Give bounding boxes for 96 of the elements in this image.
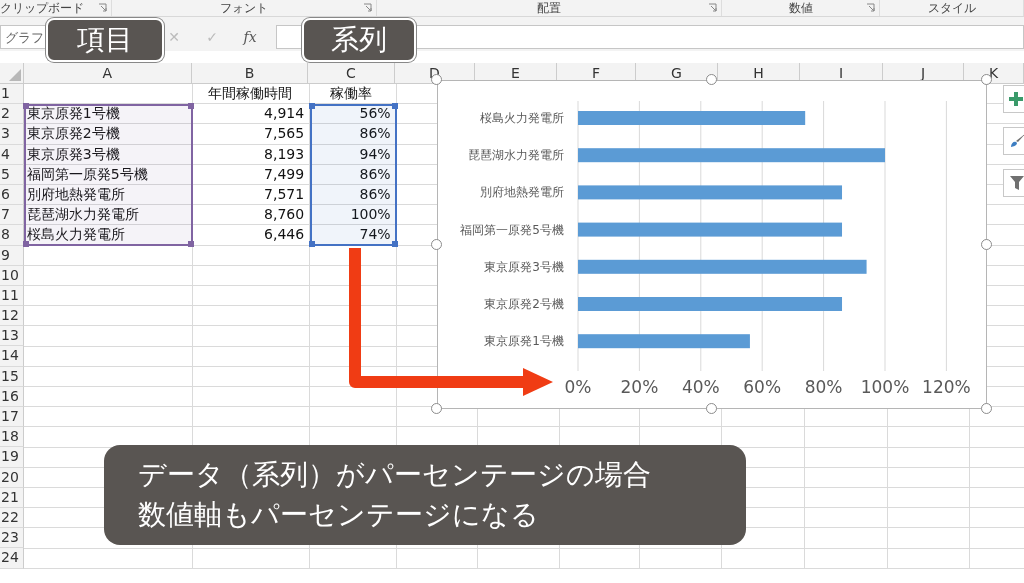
table-cell-text: 8,193	[263, 144, 306, 164]
table-cell-text: 7,565	[263, 124, 306, 144]
ribbon-group-label: 配置	[537, 1, 561, 15]
table-cell-text: 別府地熱発電所	[25, 184, 126, 204]
table-cell-text: 稼働率	[328, 84, 373, 103]
caption-text: 数値軸もパーセンテージになる	[138, 497, 540, 533]
category-label: 東京原発2号機	[484, 297, 564, 311]
resize-handle[interactable]	[706, 74, 717, 85]
resize-handle[interactable]	[431, 403, 442, 414]
ribbon-group-label: クリップボード	[0, 1, 84, 15]
row-header[interactable]: 12	[0, 306, 24, 327]
row-header[interactable]: 13	[0, 326, 24, 347]
axis-tick-label: 20%	[620, 377, 659, 397]
bar[interactable]	[578, 148, 885, 163]
chart-filters-button[interactable]	[1003, 169, 1024, 197]
category-label: 琵琶湖水力発電所	[468, 148, 564, 163]
resize-handle[interactable]	[431, 238, 442, 250]
brush-icon	[1009, 133, 1024, 149]
chart-area[interactable]: 桜島火力発電所 琵琶湖水力発電所 別府地熱発電所 福岡第一原発5号機 東京原発3号機 東京原発2号機 東京原発1号機 0% 20% 40% 60% 80% 100% 120%	[437, 80, 987, 409]
insert-function-button[interactable]: fx	[242, 28, 258, 45]
plus-icon	[1009, 92, 1023, 106]
row-header[interactable]: 21	[0, 487, 24, 508]
dialog-launcher-icon[interactable]	[363, 3, 372, 12]
table-cell-text: 東京原発3号機	[25, 144, 121, 164]
table-cell-text: 86%	[358, 124, 392, 144]
row-header[interactable]: 15	[0, 366, 24, 387]
dialog-launcher-icon[interactable]	[98, 3, 107, 12]
table-cell-text: 東京原発1号機	[25, 104, 121, 124]
row-header[interactable]: 1	[0, 84, 24, 105]
dialog-launcher-icon[interactable]	[866, 3, 875, 12]
resize-handle[interactable]	[981, 74, 992, 85]
axis-tick-label: 40%	[681, 377, 720, 397]
row-header[interactable]: 22	[0, 507, 24, 529]
table-cell-text: 桜島火力発電所	[25, 225, 126, 245]
axis-tick-label: 0%	[564, 377, 592, 397]
bar[interactable]	[578, 222, 842, 237]
row-header[interactable]: 11	[0, 285, 24, 307]
table-cell-text: 年間稼働時間	[206, 84, 293, 103]
table-cell-text: 8,760	[263, 205, 306, 225]
row-header[interactable]: 16	[0, 386, 24, 407]
row-header[interactable]: 24	[0, 548, 24, 569]
table-cell-text: 6,446	[263, 225, 306, 245]
table-cell-text: 86%	[358, 184, 392, 204]
axis-tick-label: 100%	[860, 377, 910, 397]
axis-tick-label: 120%	[922, 377, 971, 397]
table-cell-text: 琵琶湖水力発電所	[25, 205, 140, 225]
triangle-icon	[8, 69, 21, 81]
chart-elements-button[interactable]	[1003, 85, 1024, 113]
row-header[interactable]: 5	[0, 164, 24, 185]
table-cell-text: 86%	[358, 164, 392, 184]
dialog-launcher-icon[interactable]	[708, 3, 717, 12]
row-header[interactable]: 6	[0, 184, 24, 206]
caption-text: データ（系列）がパーセンテージの場合	[138, 457, 652, 493]
resize-handle[interactable]	[706, 403, 717, 414]
row-header[interactable]: 18	[0, 427, 24, 448]
ribbon-group-label: スタイル	[927, 1, 976, 15]
column-header[interactable]: B	[191, 63, 309, 83]
resize-handle[interactable]	[981, 403, 992, 414]
bar[interactable]	[578, 185, 842, 200]
row-header[interactable]: 23	[0, 528, 24, 549]
ribbon-group-label: フォント	[220, 1, 268, 15]
row-header[interactable]: 17	[0, 407, 24, 428]
table-cell-text: 東京原発2号機	[25, 124, 121, 144]
category-label: 東京原発3号機	[484, 259, 564, 274]
filter-icon	[1009, 175, 1024, 191]
bar[interactable]	[578, 259, 867, 274]
row-header[interactable]: 4	[0, 144, 24, 165]
axis-tick-label: 80%	[804, 377, 843, 397]
bar[interactable]	[578, 334, 750, 349]
table-cell-text: 94%	[358, 144, 392, 164]
resize-handle[interactable]	[981, 238, 992, 250]
row-header[interactable]: 10	[0, 265, 24, 286]
row-header[interactable]: 7	[0, 205, 24, 226]
category-label: 東京原発1号機	[484, 334, 564, 349]
category-label: 福岡第一原発5号機	[460, 222, 564, 237]
table-cell-text: 4,914	[263, 104, 306, 124]
category-label: 別府地熱発電所	[480, 185, 564, 200]
table-cell-text: 福岡第一原発5号機	[25, 164, 149, 184]
row-header[interactable]: 2	[0, 104, 24, 125]
ribbon-group-label: 数値	[788, 1, 813, 15]
row-header[interactable]: 14	[0, 346, 24, 367]
row-header[interactable]: 8	[0, 225, 24, 246]
table-cell-text: 100%	[349, 205, 392, 225]
row-header[interactable]: 20	[0, 467, 24, 488]
category-label: 桜島火力発電所	[480, 111, 564, 125]
annotation-tooltip: 系列	[302, 18, 416, 62]
table-cell-text: 7,499	[263, 164, 306, 184]
table-cell-text: 56%	[358, 104, 392, 124]
row-header[interactable]: 9	[0, 245, 24, 266]
annotation-tooltip: 項目	[46, 18, 164, 62]
chart-styles-button[interactable]	[1003, 127, 1024, 155]
row-header[interactable]: 3	[0, 124, 24, 145]
table-cell-text: 74%	[358, 225, 392, 245]
axis-tick-label: 60%	[743, 377, 782, 397]
row-header[interactable]: 19	[0, 447, 24, 468]
table-cell-text: 7,571	[263, 184, 306, 204]
